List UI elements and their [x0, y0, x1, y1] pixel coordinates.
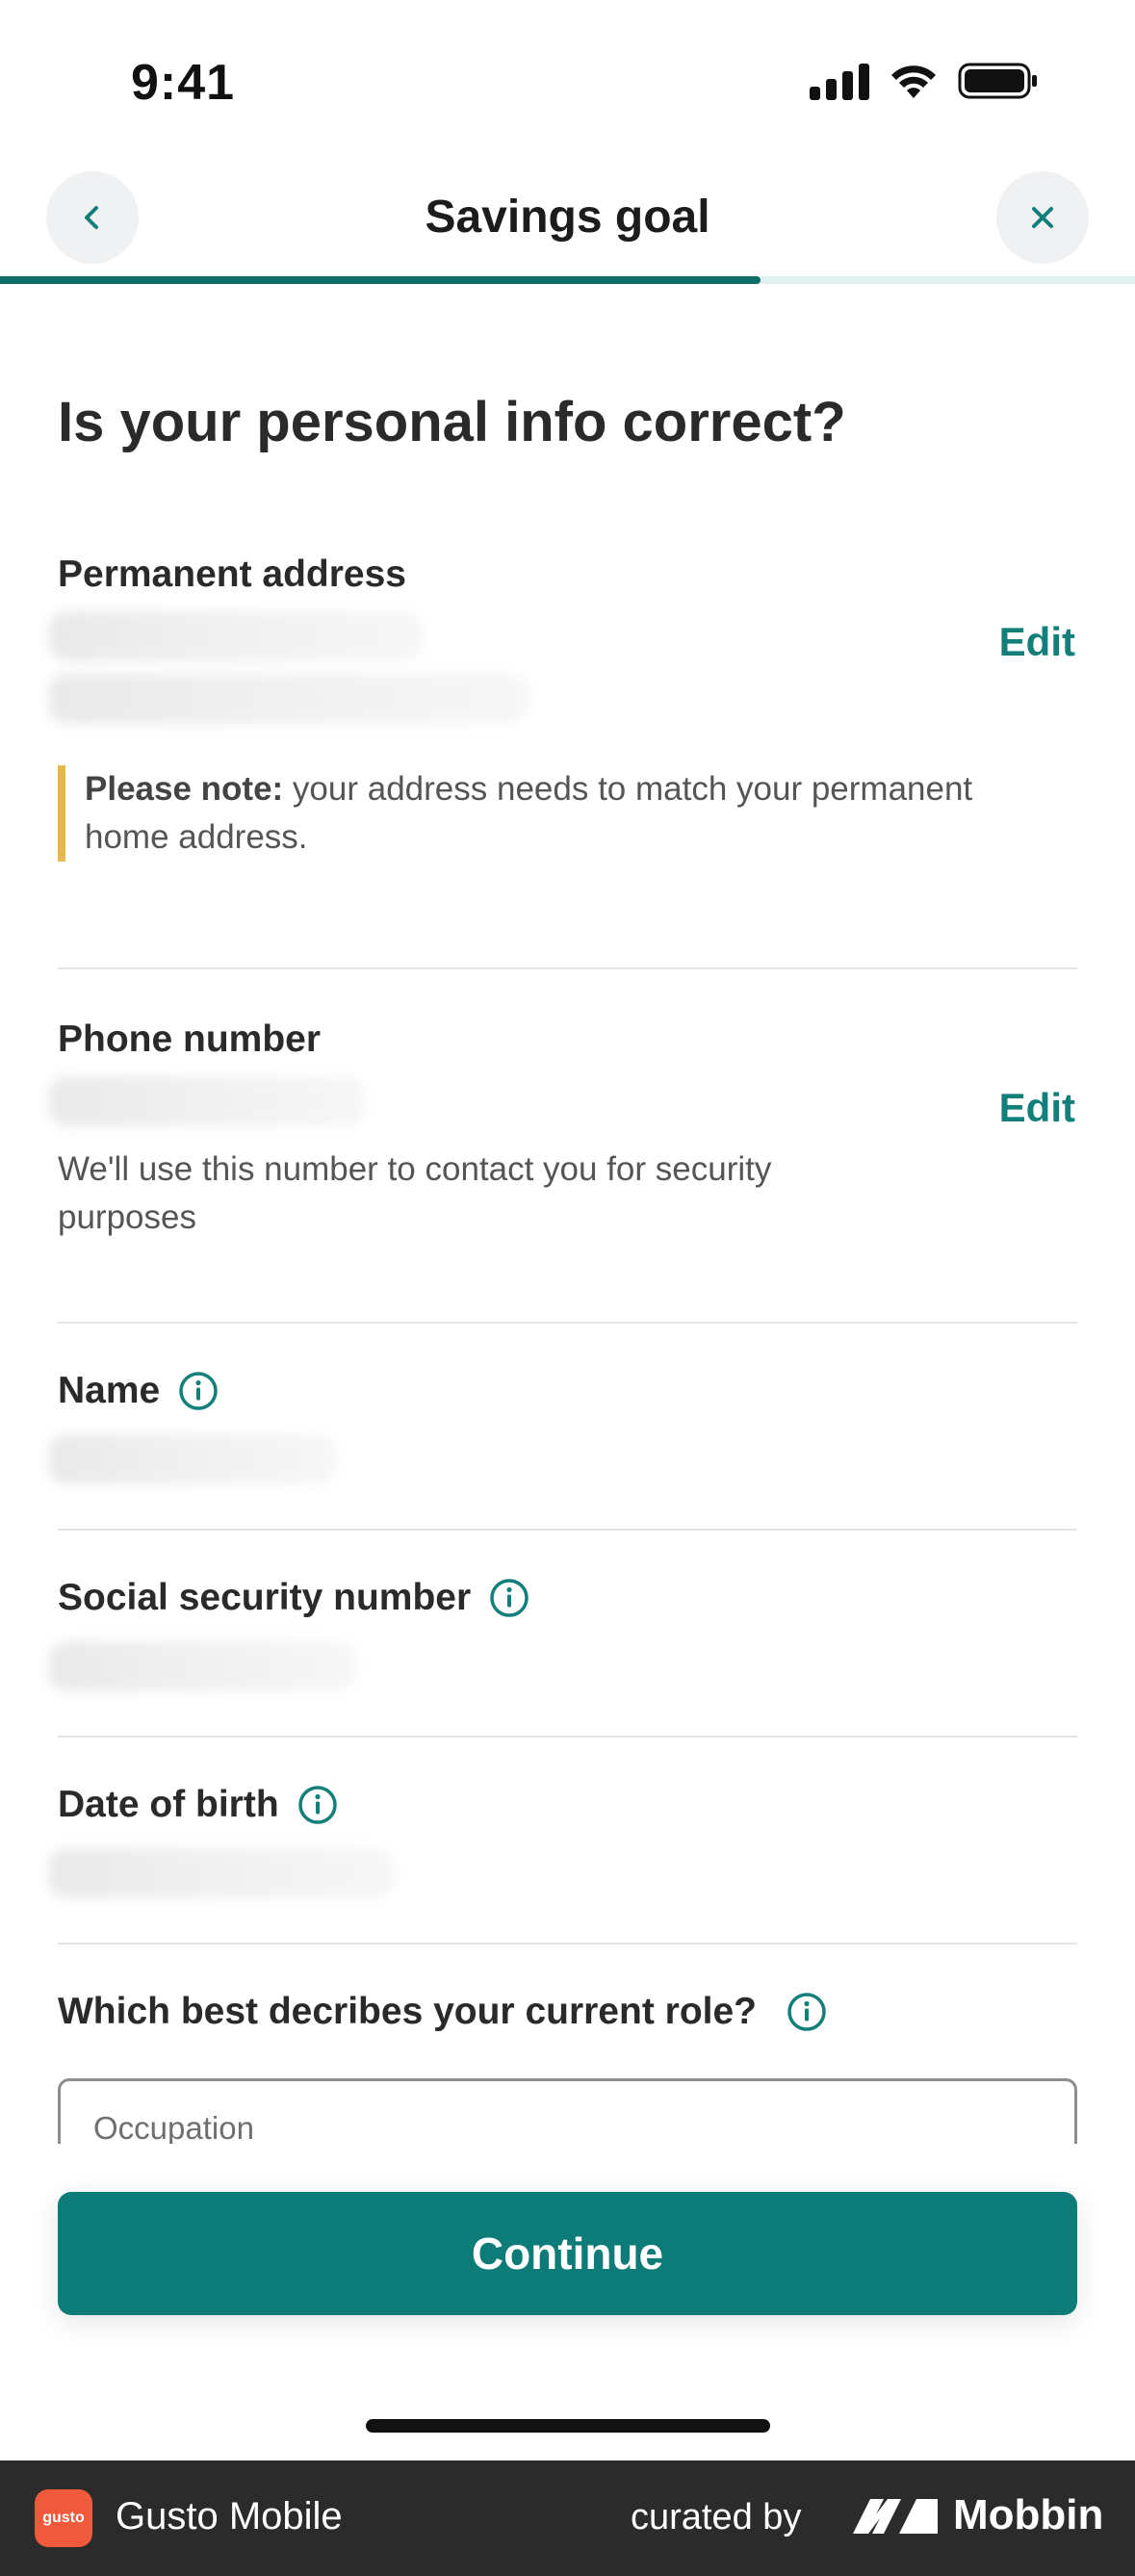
- address-line-2-redacted: [48, 674, 529, 724]
- page-title: Is your personal info correct?: [58, 391, 846, 453]
- address-line-1-redacted: [48, 611, 424, 661]
- phone-edit-link[interactable]: Edit: [999, 1085, 1075, 1131]
- header: Savings goal: [0, 164, 1135, 279]
- signal-icon: [810, 62, 869, 100]
- curated-by-label: curated by: [631, 2497, 802, 2537]
- address-label: Permanent address: [58, 554, 406, 595]
- divider: [58, 967, 1077, 969]
- name-label: Name: [58, 1370, 161, 1411]
- dob-redacted: [48, 1848, 395, 1898]
- info-icon[interactable]: [786, 1991, 828, 2033]
- address-edit-link[interactable]: Edit: [999, 619, 1075, 665]
- status-icons: [810, 62, 1039, 100]
- continue-button[interactable]: Continue: [58, 2192, 1077, 2315]
- role-section: Which best decribes your current role?: [58, 1991, 1077, 2033]
- divider: [58, 1322, 1077, 1324]
- phone-number-redacted: [48, 1076, 366, 1126]
- progress-fill: [0, 276, 761, 284]
- ssn-redacted: [48, 1641, 356, 1691]
- divider: [58, 1529, 1077, 1531]
- close-icon: [1032, 207, 1053, 228]
- address-note: Please note: your address needs to match…: [58, 765, 1020, 862]
- role-label: Which best decribes your current role?: [58, 1991, 757, 2032]
- status-time: 9:41: [131, 55, 236, 111]
- info-icon[interactable]: [177, 1370, 219, 1412]
- address-section: Permanent address: [58, 554, 1077, 596]
- page-header-title: Savings goal: [425, 192, 710, 243]
- status-bar: 9:41: [0, 0, 1135, 164]
- app-name: Gusto Mobile: [116, 2495, 343, 2537]
- ssn-section: Social security number: [58, 1577, 1077, 1619]
- app-logo: gusto: [35, 2489, 92, 2547]
- dob-label: Date of birth: [58, 1784, 279, 1825]
- address-note-bold: Please note:: [85, 770, 284, 808]
- name-section: Name: [58, 1370, 1077, 1412]
- info-icon[interactable]: [488, 1577, 530, 1619]
- divider: [58, 1736, 1077, 1738]
- mobbin-brand: Mobbin: [953, 2491, 1104, 2538]
- divider: [58, 1943, 1077, 1945]
- battery-icon: [958, 62, 1039, 100]
- dob-section: Date of birth: [58, 1784, 1077, 1826]
- phone-section: Phone number: [58, 1018, 1077, 1061]
- progress-bar: [0, 276, 1135, 284]
- info-icon[interactable]: [297, 1784, 339, 1826]
- close-button[interactable]: [996, 171, 1089, 264]
- home-indicator: [366, 2419, 770, 2433]
- mobbin-logo-icon: [853, 2499, 938, 2534]
- name-redacted: [48, 1434, 337, 1484]
- wifi-icon: [889, 62, 939, 100]
- mobbin-footer: gusto Gusto Mobile curated by Mobbin: [0, 2460, 1135, 2576]
- phone-helper-text: We'll use this number to contact you for…: [58, 1150, 772, 1236]
- ssn-label: Social security number: [58, 1577, 472, 1618]
- phone-label: Phone number: [58, 1018, 322, 1060]
